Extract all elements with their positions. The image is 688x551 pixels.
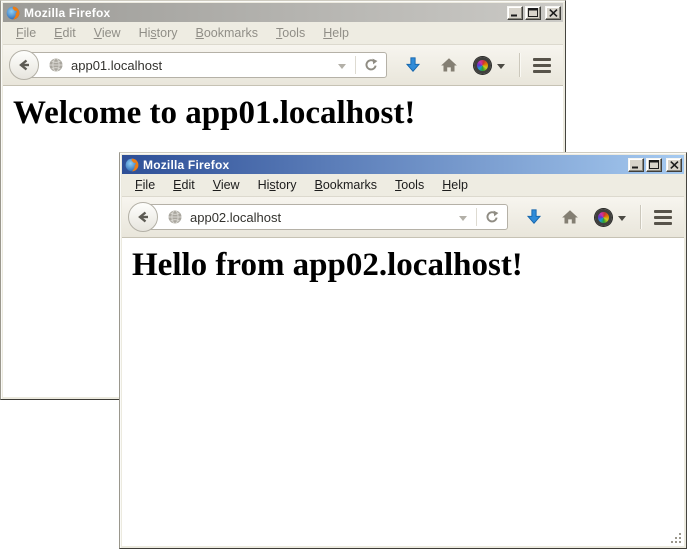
minimize-button[interactable] [507, 6, 523, 20]
addon-button[interactable] [595, 209, 626, 226]
close-icon [549, 9, 558, 17]
firefox-icon [6, 6, 20, 20]
menu-history[interactable]: History [249, 175, 306, 195]
menu-tools[interactable]: Tools [267, 23, 314, 43]
close-icon [670, 161, 679, 169]
back-button[interactable] [128, 202, 158, 232]
maximize-icon [528, 8, 538, 17]
maximize-button[interactable] [646, 158, 662, 172]
menu-edit[interactable]: Edit [164, 175, 204, 195]
download-icon [525, 208, 543, 226]
firefox-icon [125, 158, 139, 172]
downloads-button[interactable] [525, 208, 543, 226]
menu-view[interactable]: View [204, 175, 249, 195]
toolbar-separator [640, 205, 641, 229]
window-title: Mozilla Firefox [24, 6, 110, 20]
maximize-button[interactable] [525, 6, 541, 20]
menu-bookmarks[interactable]: Bookmarks [306, 175, 387, 195]
open-menu-button[interactable] [533, 58, 551, 73]
menu-history[interactable]: History [130, 23, 187, 43]
menu-bookmarks[interactable]: Bookmarks [187, 23, 268, 43]
menubar: FileEditViewHistoryBookmarksToolsHelp [122, 174, 684, 197]
resize-grip[interactable] [670, 532, 684, 546]
addon-dropdown-icon [618, 216, 626, 221]
home-button[interactable] [440, 56, 458, 74]
addon-dropdown-icon [497, 64, 505, 69]
close-button[interactable] [666, 158, 682, 172]
titlebar[interactable]: Mozilla Firefox [122, 155, 684, 174]
addon-button[interactable] [474, 57, 505, 74]
menu-file[interactable]: File [7, 23, 45, 43]
reload-button[interactable] [476, 208, 500, 226]
minimize-icon [631, 160, 641, 169]
minimize-button[interactable] [628, 158, 644, 172]
window-title: Mozilla Firefox [143, 158, 229, 172]
navigation-toolbar: app02.localhost [122, 197, 684, 238]
hamburger-icon [533, 58, 551, 61]
downloads-button[interactable] [404, 56, 422, 74]
window-app02[interactable]: Mozilla Firefox FileEditViewHistoryBookm… [119, 152, 687, 549]
page-heading: Hello from app02.localhost! [132, 247, 684, 284]
menu-help[interactable]: Help [314, 23, 358, 43]
back-icon [135, 209, 151, 225]
menu-view[interactable]: View [85, 23, 130, 43]
hamburger-icon [654, 210, 672, 213]
menu-file[interactable]: File [126, 175, 164, 195]
back-icon [16, 57, 32, 73]
home-button[interactable] [561, 208, 579, 226]
menu-edit[interactable]: Edit [45, 23, 85, 43]
url-dropdown-icon[interactable] [338, 64, 346, 69]
titlebar[interactable]: Mozilla Firefox [3, 3, 563, 22]
color-wheel-icon [474, 57, 491, 74]
url-text[interactable]: app02.localhost [190, 210, 455, 225]
navigation-toolbar: app01.localhost [3, 45, 563, 86]
open-menu-button[interactable] [654, 210, 672, 225]
globe-icon [167, 209, 183, 225]
home-icon [440, 56, 458, 74]
reload-icon [484, 209, 500, 225]
menu-help[interactable]: Help [433, 175, 477, 195]
close-button[interactable] [545, 6, 561, 20]
globe-icon [48, 57, 64, 73]
download-icon [404, 56, 422, 74]
page-content-app02: Hello from app02.localhost! [122, 238, 684, 546]
url-bar[interactable]: app02.localhost [144, 204, 508, 230]
reload-icon [363, 57, 379, 73]
url-text[interactable]: app01.localhost [71, 58, 334, 73]
home-icon [561, 208, 579, 226]
url-bar[interactable]: app01.localhost [25, 52, 387, 78]
menubar: FileEditViewHistoryBookmarksToolsHelp [3, 22, 563, 45]
color-wheel-icon [595, 209, 612, 226]
back-button[interactable] [9, 50, 39, 80]
page-heading: Welcome to app01.localhost! [13, 95, 563, 132]
url-dropdown-icon[interactable] [459, 216, 467, 221]
menu-tools[interactable]: Tools [386, 175, 433, 195]
reload-button[interactable] [355, 56, 379, 74]
toolbar-separator [519, 53, 520, 77]
maximize-icon [649, 160, 659, 169]
minimize-icon [510, 8, 520, 17]
